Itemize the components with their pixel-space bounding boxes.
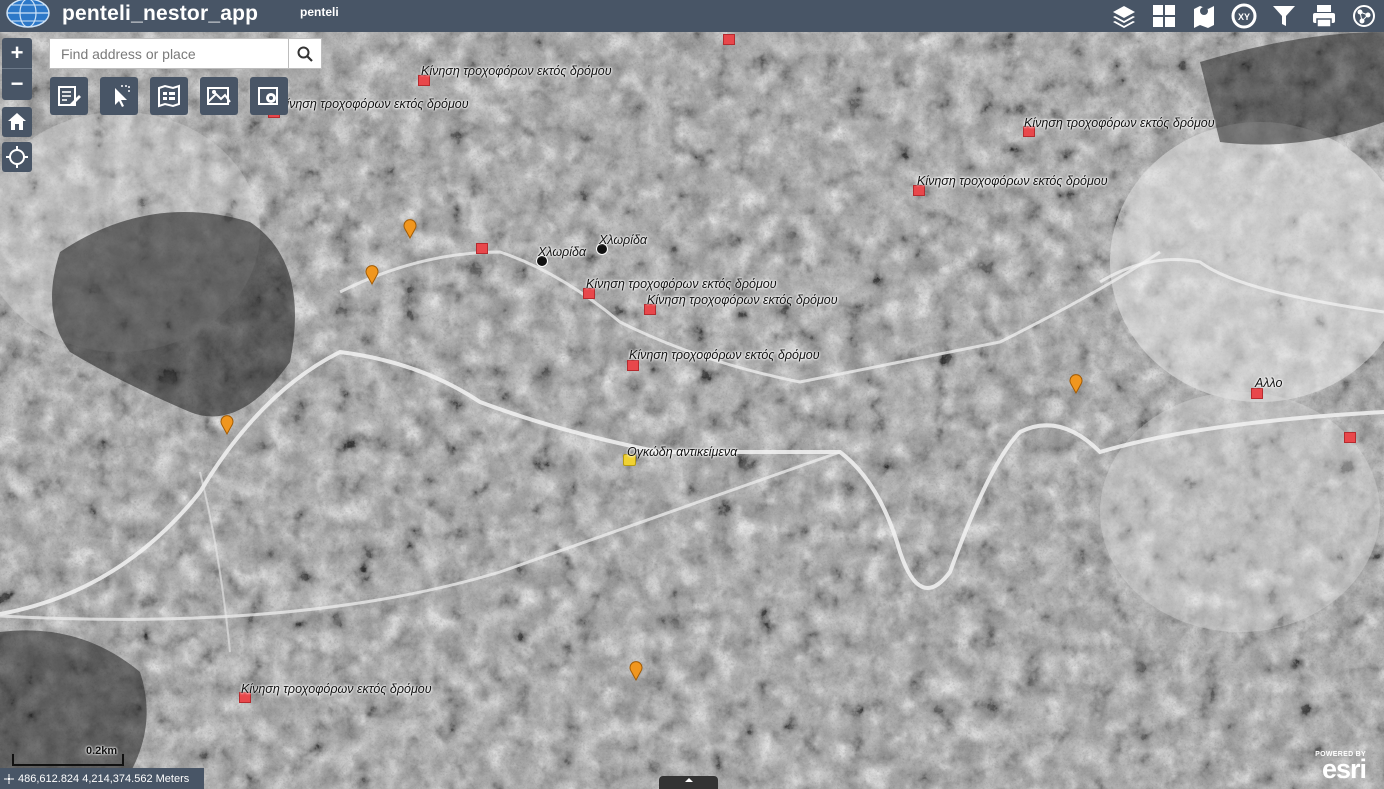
zoom-in-button[interactable]: + bbox=[2, 38, 32, 68]
coordinate-text: 486,612.824 4,214,374.562 Meters bbox=[18, 772, 190, 785]
settings-widget-button[interactable] bbox=[250, 77, 288, 115]
crosshair-small-icon[interactable] bbox=[0, 773, 18, 784]
svg-text:XY: XY bbox=[1238, 12, 1250, 22]
map-pin-icon[interactable] bbox=[1069, 374, 1083, 394]
search-input[interactable] bbox=[50, 39, 290, 68]
esri-attribution[interactable]: POWERED BY esri bbox=[1315, 751, 1367, 785]
layers-icon[interactable] bbox=[1104, 0, 1144, 32]
map-label: Κίνηση τροχοφόρων εκτός δρόμου bbox=[421, 64, 612, 78]
app-header: penteli_nestor_app penteli XY bbox=[0, 0, 1384, 32]
legend-widget-button[interactable] bbox=[150, 77, 188, 115]
map-label: Κίνηση τροχοφόρων εκτός δρόμου bbox=[586, 277, 777, 291]
header-toolbar: XY bbox=[1104, 0, 1384, 32]
printer-icon[interactable] bbox=[1304, 0, 1344, 32]
app-title: penteli_nestor_app bbox=[62, 2, 259, 25]
attribute-table-toggle[interactable] bbox=[659, 776, 718, 789]
crosshair-icon bbox=[6, 146, 28, 168]
map-label: Χλωρίδα bbox=[599, 233, 648, 247]
coordinate-icon[interactable]: XY bbox=[1224, 0, 1264, 32]
map-pin-icon[interactable] bbox=[365, 265, 379, 285]
incident-marker[interactable] bbox=[723, 34, 735, 45]
zoom-control: + − bbox=[2, 38, 32, 100]
print-map-icon[interactable] bbox=[1184, 0, 1224, 32]
coordinate-display: 486,612.824 4,214,374.562 Meters bbox=[0, 768, 204, 789]
satellite-imagery bbox=[0, 32, 1384, 789]
search-button[interactable] bbox=[288, 39, 321, 68]
map-label: Κίνηση τροχοφόρων εκτός δρόμου bbox=[278, 97, 469, 111]
esri-logo: esri bbox=[1321, 754, 1367, 784]
basemap-widget-button[interactable] bbox=[200, 77, 238, 115]
zoom-out-button[interactable]: − bbox=[2, 69, 32, 99]
home-button[interactable] bbox=[2, 107, 32, 137]
incident-marker[interactable] bbox=[476, 243, 488, 254]
basemap-icon bbox=[207, 87, 231, 105]
map-pin-icon[interactable] bbox=[220, 415, 234, 435]
globe-logo-icon bbox=[6, 0, 50, 31]
settings-icon bbox=[258, 87, 278, 105]
map-view[interactable]: Κίνηση τροχοφόρων εκτός δρόμου Κίνηση τρ… bbox=[0, 32, 1384, 789]
app-subtitle: penteli bbox=[300, 5, 339, 19]
map-label: Κίνηση τροχοφόρων εκτός δρόμου bbox=[241, 682, 432, 696]
chevron-up-icon bbox=[684, 778, 693, 782]
map-label: Κίνηση τροχοφόρων εκτός δρόμου bbox=[917, 174, 1108, 188]
filter-icon[interactable] bbox=[1264, 0, 1304, 32]
edit-icon bbox=[58, 86, 81, 106]
scale-bar-label: 0.2km bbox=[86, 745, 118, 757]
map-label: Κίνηση τροχοφόρων εκτός δρόμου bbox=[1024, 116, 1215, 130]
home-icon bbox=[8, 113, 26, 130]
map-label: Αλλο bbox=[1255, 376, 1283, 390]
locate-button[interactable] bbox=[2, 142, 32, 172]
incident-marker[interactable] bbox=[1344, 432, 1356, 443]
search-box bbox=[49, 38, 322, 69]
map-label: Χλωρίδα bbox=[538, 245, 587, 259]
map-label: Ογκώδη αντικείμενα bbox=[627, 445, 738, 459]
legend-icon bbox=[158, 84, 180, 108]
select-widget-button[interactable] bbox=[100, 77, 138, 115]
analysis-icon[interactable] bbox=[1344, 0, 1384, 32]
map-label: Κίνηση τροχοφόρων εκτός δρόμου bbox=[629, 348, 820, 362]
map-label: Κίνηση τροχοφόρων εκτός δρόμου bbox=[647, 293, 838, 307]
edit-widget-button[interactable] bbox=[50, 77, 88, 115]
map-pin-icon[interactable] bbox=[403, 219, 417, 239]
map-pin-icon[interactable] bbox=[629, 661, 643, 681]
select-icon bbox=[115, 85, 130, 107]
basemap-gallery-icon[interactable] bbox=[1144, 0, 1184, 32]
search-icon bbox=[297, 46, 313, 62]
